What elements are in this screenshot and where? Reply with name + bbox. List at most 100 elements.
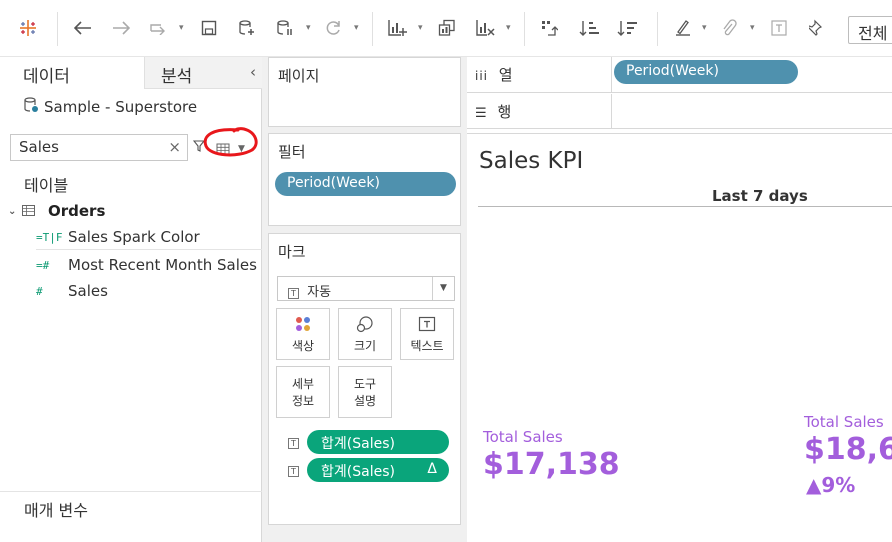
size-button-label: 크기 [353, 339, 377, 353]
database-icon [24, 97, 38, 117]
kpi-label-left: Total Sales [483, 428, 563, 446]
color-dots-icon [277, 315, 329, 335]
tooltip-button-label-2: 설명 [353, 394, 377, 408]
fit-dropdown[interactable]: 전체 [848, 16, 892, 44]
tooltip-button-label-1: 도구 [353, 377, 377, 391]
label-button-label: 텍스트 [410, 339, 444, 353]
measure-icon: # [36, 284, 43, 298]
search-value: Sales [19, 138, 59, 156]
tableau-workspace: ▾ ▾ ▾ ▾ ▾ ▾ ▾ 전체 데이터 분석 ‹ Sample - Super… [0, 0, 892, 542]
pages-card[interactable]: 페이지 [268, 57, 461, 127]
mark-type-select[interactable]: T 자동 ▼ [277, 276, 455, 301]
text-mark-icon: T [288, 466, 299, 477]
highlight-pen-icon[interactable] [670, 14, 696, 42]
rows-icon: ☰ [475, 106, 487, 121]
chevron-down-icon[interactable]: ▾ [506, 24, 514, 33]
worksheet-view[interactable]: Sales KPI Last 7 days Total Sales $17,13… [467, 133, 892, 542]
rows-shelf-label: ☰ 행 [467, 94, 612, 129]
redo-arrow-icon[interactable] [108, 14, 134, 42]
columns-label: 열 [498, 66, 513, 84]
group-paperclip-icon[interactable] [716, 14, 742, 42]
datasource-item[interactable]: Sample - Superstore [24, 97, 197, 117]
mark-type-value: 자동 [307, 285, 332, 300]
column-header-last-7-days[interactable]: Last 7 days [712, 187, 808, 205]
mark-pill-sum-sales[interactable]: 합계(Sales) [307, 430, 449, 454]
swap-rows-columns-icon[interactable] [536, 14, 562, 42]
table-icon [22, 202, 38, 220]
toolbar-separator [57, 12, 58, 46]
tooltip-button[interactable]: 도구 설명 [338, 366, 392, 418]
pause-updates-icon[interactable] [272, 14, 298, 42]
filter-pill-period-week[interactable]: Period(Week) [275, 172, 456, 196]
calculated-measure-icon: =# [36, 258, 50, 272]
divider [36, 249, 262, 250]
sort-ascending-icon[interactable] [576, 14, 602, 42]
new-datasource-icon[interactable] [234, 14, 260, 42]
table-name: Orders [48, 202, 106, 220]
filters-card[interactable]: 필터 Period(Week) [268, 133, 461, 226]
field-search-input[interactable]: Sales × [10, 134, 188, 161]
field-item[interactable]: =# Most Recent Month Sales [36, 256, 257, 274]
table-calc-delta-icon: Δ [427, 461, 437, 477]
clear-search-icon[interactable]: × [168, 138, 181, 156]
worksheet-title: Sales KPI [479, 148, 584, 174]
field-item[interactable]: =T|F Sales Spark Color [36, 228, 200, 246]
field-name: Sales [68, 282, 108, 300]
chevron-down-icon[interactable]: ⌄ [8, 206, 22, 217]
undo-arrow-icon[interactable] [70, 14, 96, 42]
chevron-down-icon[interactable]: ▾ [306, 24, 314, 33]
refresh-icon[interactable] [320, 14, 346, 42]
rows-shelf[interactable]: ☰ 행 [467, 94, 892, 129]
new-worksheet-icon[interactable] [384, 14, 410, 42]
chevron-down-icon[interactable]: ▾ [354, 24, 362, 33]
marks-title: 마크 [278, 243, 306, 261]
pages-title: 페이지 [278, 67, 320, 85]
filters-title: 필터 [278, 143, 306, 161]
mark-pill-label: 합계(Sales) [321, 464, 395, 480]
size-button[interactable]: 크기 [338, 308, 392, 360]
chevron-down-icon[interactable]: ▾ [418, 24, 426, 33]
label-button[interactable]: 텍스트 [400, 308, 454, 360]
text-mark-icon: T [288, 438, 299, 449]
cards-pane: 페이지 필터 Period(Week) 마크 T 자동 ▼ 색상 크기 텍스트 … [262, 57, 467, 542]
clear-sheet-icon[interactable] [472, 14, 498, 42]
detail-button[interactable]: 세부 정보 [276, 366, 330, 418]
color-button[interactable]: 색상 [276, 308, 330, 360]
calculated-boolean-field-icon: =T|F [36, 230, 63, 244]
text-mark-icon: T [288, 288, 299, 299]
kpi-delta-right[interactable]: ▲9% [806, 473, 855, 497]
chevron-down-icon[interactable]: ▾ [179, 24, 187, 33]
chevron-down-icon[interactable]: ▾ [750, 24, 758, 33]
red-circle-annotation [203, 127, 258, 157]
tab-data[interactable]: 데이터 [0, 57, 144, 89]
tableau-logo-icon[interactable] [14, 14, 42, 42]
toolbar-separator [657, 12, 658, 46]
table-orders[interactable]: ⌄ Orders [8, 202, 105, 220]
detail-button-label-1: 세부 [291, 377, 315, 391]
chevron-down-icon[interactable]: ▼ [432, 277, 454, 300]
field-item[interactable]: # Sales [36, 282, 108, 300]
columns-shelf[interactable]: iii 열 Period(Week) [467, 57, 892, 93]
fix-axes-pin-icon[interactable] [804, 14, 830, 42]
columns-shelf-label: iii 열 [467, 57, 612, 93]
toolbar-separator [372, 12, 373, 46]
data-pane-tabs: 데이터 분석 ‹ [0, 57, 262, 89]
mark-pill-sum-sales-table-calc[interactable]: 합계(Sales) Δ [307, 458, 449, 482]
replay-icon[interactable] [144, 14, 172, 42]
chevron-down-icon[interactable]: ▾ [702, 24, 710, 33]
toolbar-separator [524, 12, 525, 46]
tab-analysis[interactable]: 분석 ‹ [144, 57, 262, 89]
kpi-value-right[interactable]: $18,6 [804, 432, 892, 467]
kpi-label-right: Total Sales [804, 413, 884, 431]
columns-pill-period-week[interactable]: Period(Week) [614, 60, 798, 84]
kpi-value-left[interactable]: $17,138 [483, 447, 620, 482]
duplicate-sheet-icon[interactable] [434, 14, 460, 42]
show-mark-labels-icon[interactable] [766, 14, 792, 42]
sort-descending-icon[interactable] [614, 14, 640, 42]
marks-card: 마크 T 자동 ▼ 색상 크기 텍스트 세부 정보 도구 설명 T 합계(Sal… [268, 233, 461, 525]
datasource-name: Sample - Superstore [44, 98, 198, 116]
save-icon[interactable] [196, 14, 222, 42]
divider [0, 491, 262, 492]
chevron-left-icon[interactable]: ‹ [250, 63, 256, 81]
rows-label: 행 [497, 103, 512, 121]
